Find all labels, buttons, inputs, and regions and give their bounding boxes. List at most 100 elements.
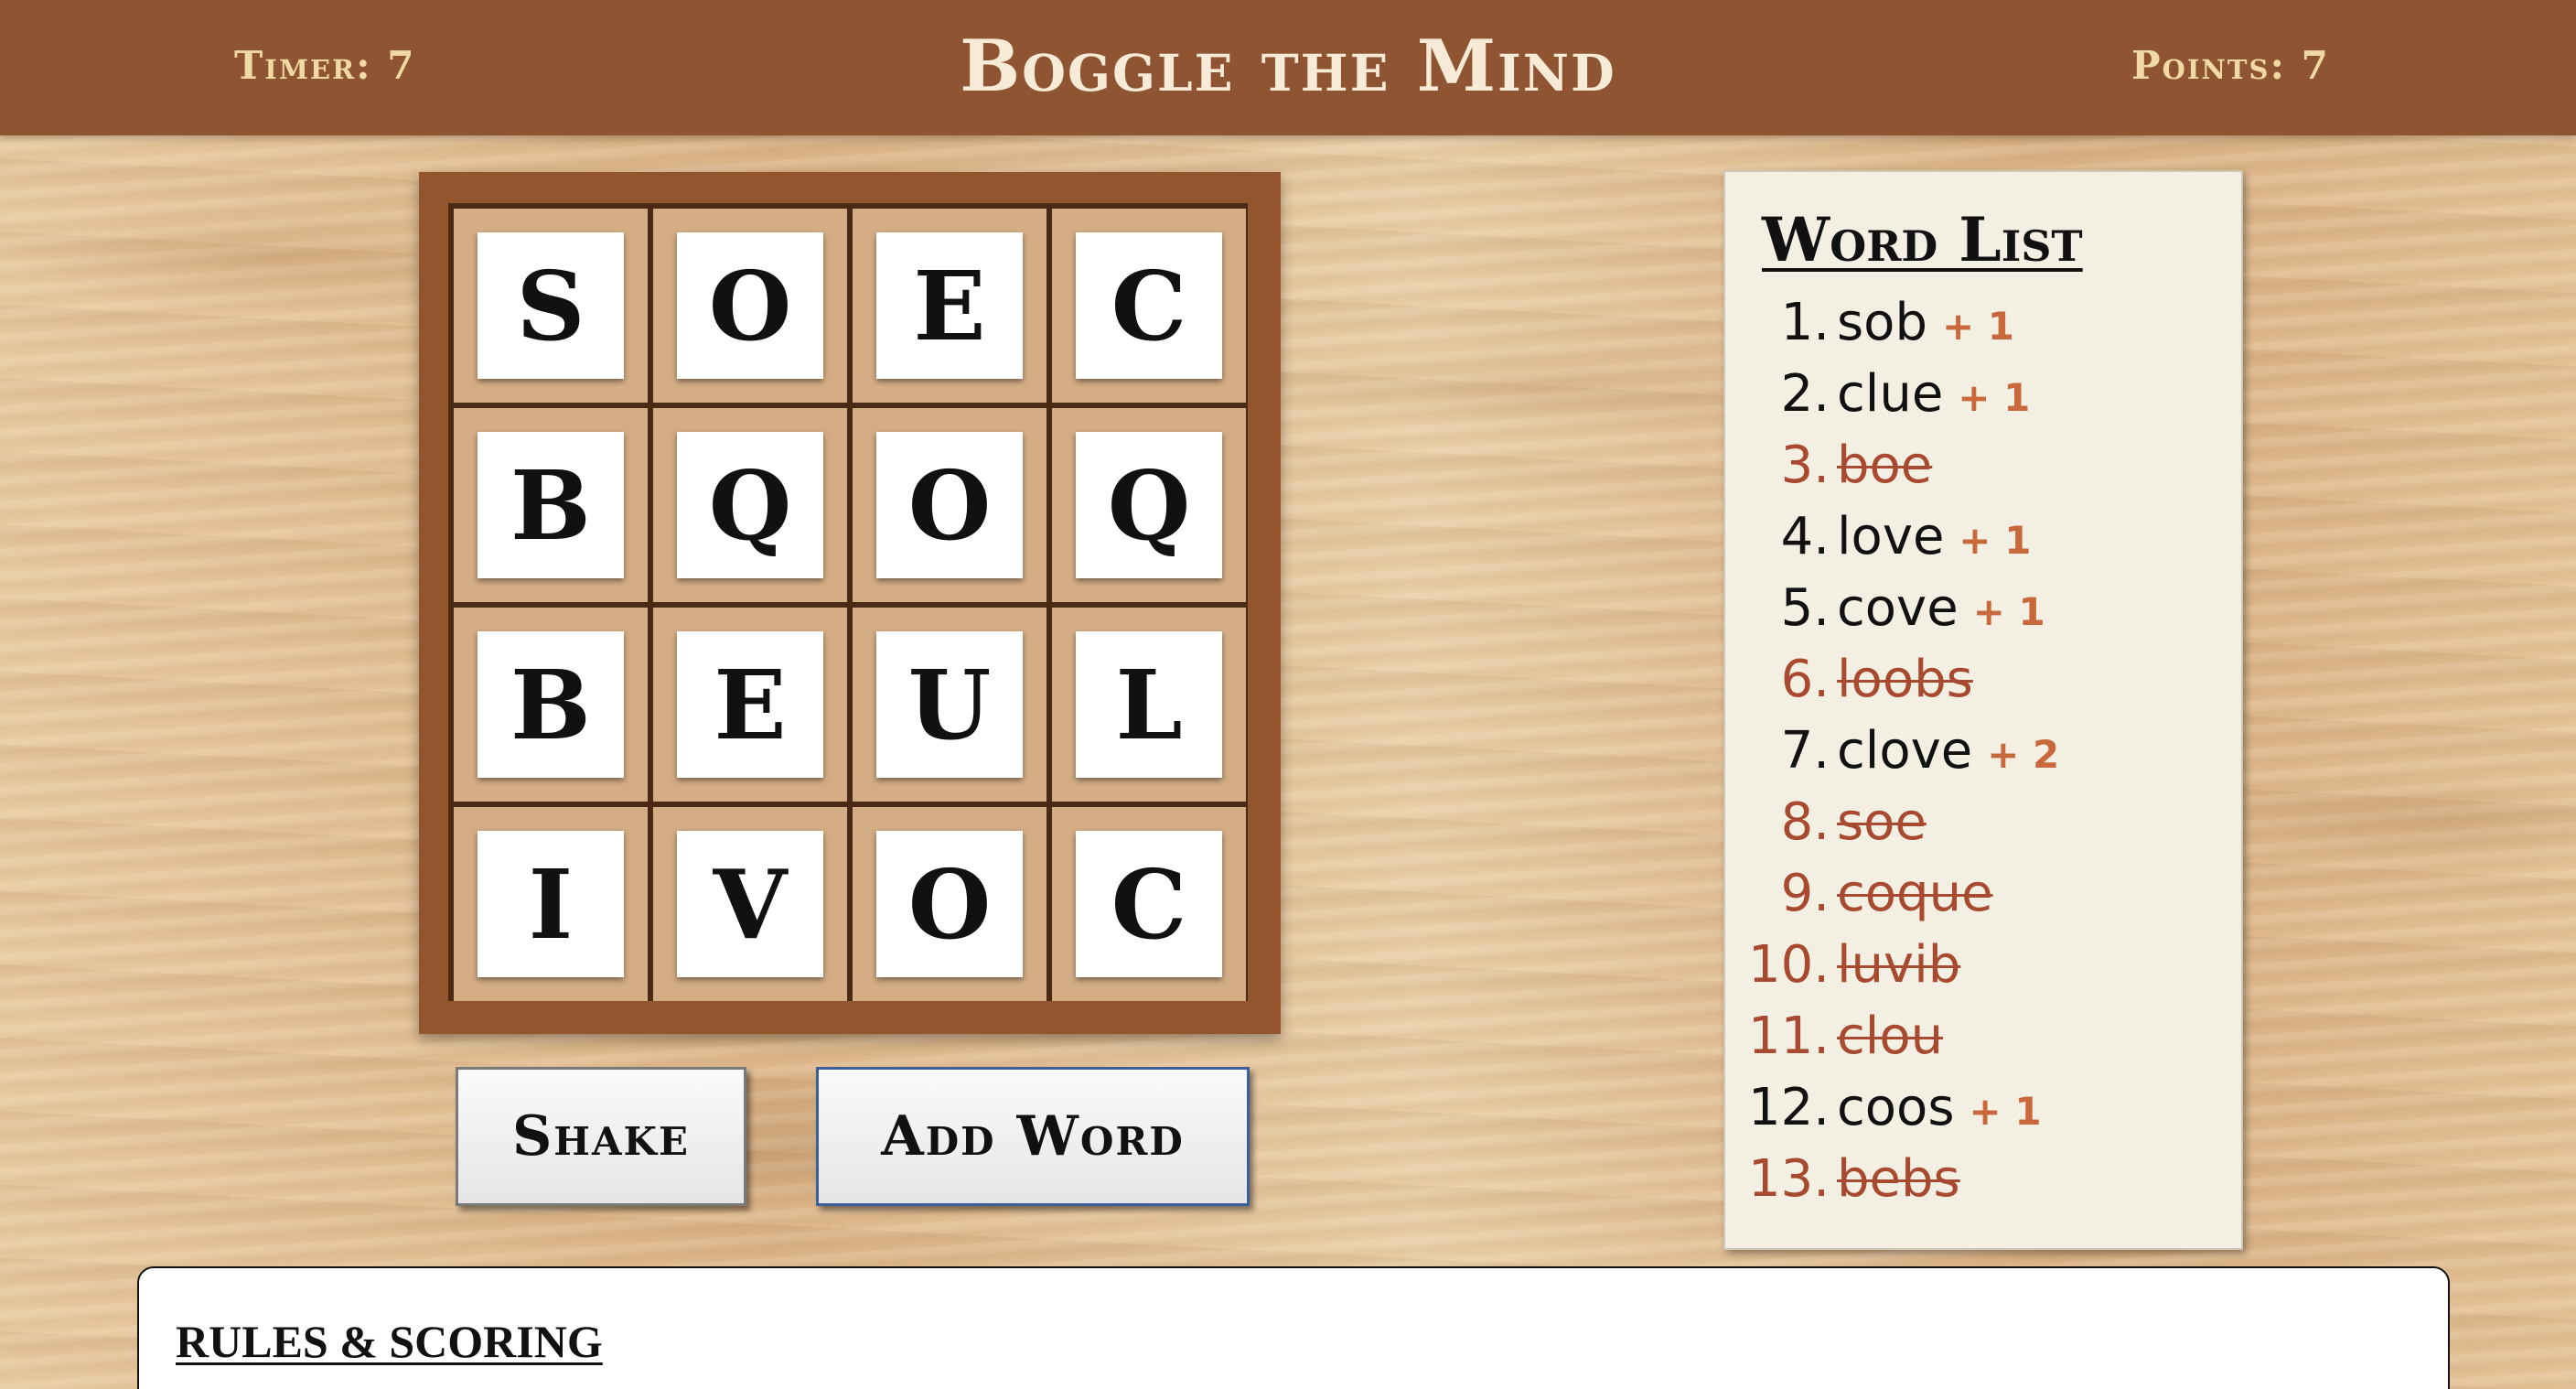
letter-tile[interactable]: S (478, 232, 624, 379)
word-number: 1. (1780, 293, 1830, 352)
word-text: coos + 1 (1837, 1072, 2042, 1147)
word-points: + 2 (1987, 732, 2060, 777)
word-value: love (1837, 507, 1945, 566)
add-word-button[interactable]: Add Word (816, 1067, 1250, 1206)
board-cell: E (653, 608, 847, 802)
word-value: cove (1837, 578, 1959, 638)
word-text: sob + 1 (1837, 287, 2014, 362)
board-cell: L (1052, 608, 1246, 802)
word-list-item: 4. love + 1 (1725, 501, 2238, 573)
board-cell: B (454, 408, 648, 602)
word-list-item: 5. cove + 1 (1725, 573, 2238, 644)
word-list-item: 9. coque (1725, 858, 2238, 930)
word-text: clove + 2 (1837, 716, 2059, 791)
rules-section: RULES & SCORING (137, 1266, 2450, 1389)
word-text: luvib (1837, 930, 1960, 1001)
letter-tile[interactable]: C (1076, 232, 1222, 379)
word-value: boe (1837, 436, 1933, 495)
board-cell: O (853, 408, 1046, 602)
letter-tile[interactable]: U (876, 631, 1023, 778)
word-number: 4. (1780, 507, 1830, 566)
board-cell: O (653, 209, 847, 403)
word-value: soe (1837, 792, 1927, 852)
word-number: 10. (1747, 935, 1830, 995)
word-points: + 1 (1959, 518, 2032, 563)
word-number: 6. (1780, 650, 1830, 709)
word-text: clou (1837, 1001, 1943, 1072)
word-list-title: Word List (1762, 204, 2083, 275)
word-text: soe (1837, 787, 1927, 858)
word-number: 2. (1780, 364, 1830, 424)
word-value: luvib (1837, 935, 1961, 995)
board-cell: I (454, 807, 648, 1001)
word-value: clou (1837, 1007, 1944, 1066)
word-number: 3. (1780, 436, 1830, 495)
word-value: bebs (1837, 1149, 1960, 1209)
word-number: 5. (1780, 578, 1830, 638)
word-text: loobs (1837, 644, 1973, 716)
word-value: sob (1837, 293, 1927, 352)
letter-tile[interactable]: C (1076, 831, 1222, 977)
word-list-item: 11. clou (1725, 1001, 2238, 1072)
letter-tile[interactable]: Q (1076, 432, 1222, 578)
word-list-panel: Word List 1. sob + 1 2. clue + 1 3. boe 4. love + … (1723, 170, 2243, 1250)
word-points: + 1 (1972, 589, 2045, 634)
word-list-item: 13. bebs (1725, 1144, 2238, 1215)
word-number: 8. (1780, 792, 1830, 852)
board-cell: C (1052, 209, 1246, 403)
letter-tile[interactable]: L (1076, 631, 1222, 778)
word-list-item: 3. boe (1725, 430, 2238, 501)
top-bar: Timer: 7 Boggle the Mind Points: 7 (0, 0, 2576, 135)
letter-tile[interactable]: E (677, 631, 823, 778)
letter-tile[interactable]: V (677, 831, 823, 977)
shake-button[interactable]: Shake (456, 1067, 746, 1206)
word-list-item: 2. clue + 1 (1725, 359, 2238, 430)
board-cell: S (454, 209, 648, 403)
rules-title: RULES & SCORING (176, 1316, 603, 1367)
word-list-item: 1. sob + 1 (1725, 287, 2238, 359)
letter-tile[interactable]: E (876, 232, 1023, 379)
points-label: Points: 7 (2131, 43, 2330, 88)
board-cell: U (853, 608, 1046, 802)
word-points: + 1 (1958, 375, 2031, 420)
board-cell: Q (653, 408, 847, 602)
word-value: coos (1837, 1078, 1955, 1137)
word-value: coque (1837, 864, 1993, 923)
word-points: + 1 (1969, 1089, 2042, 1134)
word-text: boe (1837, 430, 1932, 501)
letter-tile[interactable]: O (876, 831, 1023, 977)
letter-tile[interactable]: B (478, 432, 624, 578)
word-text: clue + 1 (1837, 359, 2030, 434)
board-cell: V (653, 807, 847, 1001)
word-text: cove + 1 (1837, 573, 2045, 648)
letter-tile[interactable]: O (677, 232, 823, 379)
letter-tile[interactable]: O (876, 432, 1023, 578)
word-list-item: 6. loobs (1725, 644, 2238, 716)
board-cell: Q (1052, 408, 1246, 602)
letter-tile[interactable]: B (478, 631, 624, 778)
board-cell: O (853, 807, 1046, 1001)
word-number: 12. (1747, 1078, 1830, 1137)
word-number: 13. (1747, 1149, 1830, 1209)
board-grid: SOECBQOQBEULIVOC (448, 203, 1248, 1001)
boggle-board: SOECBQOQBEULIVOC (419, 172, 1281, 1034)
word-list-item: 7. clove + 2 (1725, 716, 2238, 787)
word-list-item: 8. soe (1725, 787, 2238, 858)
word-points: + 1 (1941, 304, 2015, 349)
board-cell: B (454, 608, 648, 802)
word-value: clue (1837, 364, 1944, 424)
board-cell: E (853, 209, 1046, 403)
letter-tile[interactable]: I (478, 831, 624, 977)
word-value: clove (1837, 721, 1973, 781)
word-list-item: 12. coos + 1 (1725, 1072, 2238, 1144)
word-text: love + 1 (1837, 501, 2031, 576)
word-list-item: 10. luvib (1725, 930, 2238, 1001)
word-number: 7. (1780, 721, 1830, 781)
letter-tile[interactable]: Q (677, 432, 823, 578)
word-text: bebs (1837, 1144, 1960, 1215)
word-value: loobs (1837, 650, 1973, 709)
word-number: 9. (1780, 864, 1830, 923)
word-number: 11. (1747, 1007, 1830, 1066)
board-cell: C (1052, 807, 1246, 1001)
word-text: coque (1837, 858, 1993, 930)
